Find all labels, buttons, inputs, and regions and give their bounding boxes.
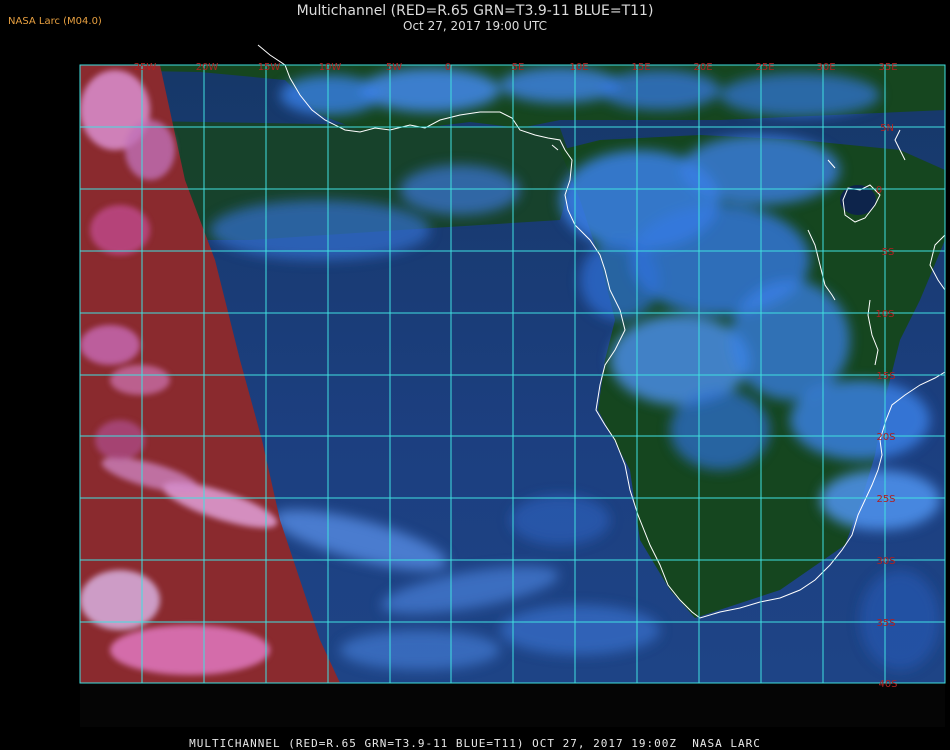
lat-label: 10S xyxy=(875,309,894,320)
lon-label: 20E xyxy=(693,62,712,73)
lat-label: 30S xyxy=(876,556,895,567)
lon-label: 35E xyxy=(878,62,897,73)
lon-label: 10W xyxy=(319,62,342,73)
lat-label: 20S xyxy=(876,432,895,443)
lat-label: 0 xyxy=(876,185,882,196)
satellite-map[interactable]: 25W 20W 15W 10W 5W 0 5E 10E 15E 20E 25E … xyxy=(0,0,950,750)
lat-label: 5N xyxy=(880,123,894,134)
lat-label: 5S xyxy=(882,247,895,258)
lon-label: 20W xyxy=(196,62,219,73)
lat-label: 15S xyxy=(876,371,895,382)
lat-label: 40S xyxy=(878,679,897,690)
lon-label: 5E xyxy=(512,62,525,73)
lon-label: 15E xyxy=(631,62,650,73)
lon-label: 5W xyxy=(386,62,402,73)
lat-label: 35S xyxy=(876,618,895,629)
lon-label: 25E xyxy=(755,62,774,73)
lat-label: 25S xyxy=(876,494,895,505)
lon-label: 25W xyxy=(134,62,157,73)
footer-caption: MULTICHANNEL (RED=R.65 GRN=T3.9-11 BLUE=… xyxy=(189,737,761,750)
lon-label: 10E xyxy=(569,62,588,73)
lon-label: 15W xyxy=(258,62,281,73)
lon-label: 30E xyxy=(816,62,835,73)
lon-label: 0 xyxy=(445,62,451,73)
